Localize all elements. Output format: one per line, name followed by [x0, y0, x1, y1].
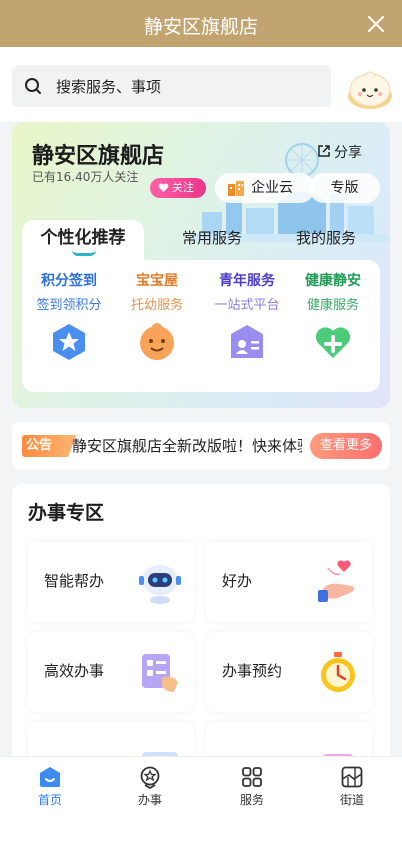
services-section: 办事专区 智能帮办 好办 高效办事 办事预约: [12, 484, 390, 774]
service-youth[interactable]: 青年服务 一站式平台: [204, 270, 290, 390]
service-baby-house[interactable]: 宝宝屋 托幼服务: [114, 270, 200, 390]
card-easy-handle[interactable]: 好办: [206, 542, 372, 622]
announcement-text: 静安区旗舰店全新改版啦！快来体验吧: [72, 437, 302, 455]
tab-label: 服务: [239, 793, 264, 807]
share-label: 分享: [334, 145, 362, 161]
store-hero: 静安区旗舰店 已有16.40万人关注 分享 关注 企业云 专版 个性化推荐 常用…: [12, 122, 390, 408]
service-subtitle: 签到领积分: [36, 298, 102, 313]
follower-count: 已有16.40万人关注: [32, 170, 139, 184]
tab-streets[interactable]: 街道: [302, 765, 402, 808]
tab-my-services[interactable]: 我的服务: [266, 220, 386, 260]
card-label: 办事预约: [222, 662, 283, 680]
follow-label: 关注: [172, 181, 194, 194]
card-label: 高效办事: [44, 662, 105, 680]
tab-affairs[interactable]: 办事: [100, 765, 200, 808]
tab-common-services[interactable]: 常用服务: [152, 220, 272, 260]
title-bar: 静安区旗舰店: [0, 0, 402, 47]
tab-label: 个性化推荐: [40, 228, 126, 248]
building-icon: [228, 181, 244, 196]
enterprise-cloud-button[interactable]: 企业云: [215, 173, 315, 203]
mascot-avatar[interactable]: [346, 66, 394, 110]
hand-heart-icon: [318, 560, 354, 602]
tab-services[interactable]: 服务: [202, 765, 302, 808]
close-icon[interactable]: [366, 14, 386, 34]
service-badge-icon: [140, 766, 160, 789]
card-label: 智能帮办: [44, 572, 105, 590]
star-badge-icon: [53, 324, 85, 360]
announcement-bar[interactable]: 公告 静安区旗舰店全新改版啦！快来体验吧 查看更多: [12, 422, 390, 470]
share-button[interactable]: 分享: [318, 142, 362, 162]
map-icon: [341, 766, 363, 788]
heart-plus-icon: [315, 327, 351, 358]
card-service-appointment[interactable]: 办事预约: [206, 632, 372, 712]
bottom-tab-bar: 首页 办事 服务 街道: [0, 756, 402, 844]
view-more-button[interactable]: 查看更多: [310, 433, 382, 459]
home-icon: [40, 767, 60, 787]
service-tabs: 个性化推荐 常用服务 我的服务: [22, 220, 380, 260]
search-placeholder: 搜索服务、事项: [56, 78, 162, 96]
page-title: 静安区旗舰店: [143, 16, 258, 38]
service-title: 宝宝屋: [136, 273, 178, 289]
follow-button[interactable]: 关注: [150, 178, 206, 198]
tab-label: 办事: [137, 793, 162, 807]
tab-home[interactable]: 首页: [0, 765, 100, 808]
service-health[interactable]: 健康静安 健康服务: [290, 270, 376, 390]
edition-button[interactable]: 专版: [309, 173, 380, 203]
search-input[interactable]: 搜索服务、事项: [12, 65, 331, 107]
enterprise-cloud-label: 企业云: [251, 180, 293, 196]
tab-recommended[interactable]: 个性化推荐: [22, 220, 144, 260]
service-subtitle: 托幼服务: [130, 298, 183, 313]
section-title: 办事专区: [28, 502, 105, 524]
tab-label: 街道: [339, 793, 364, 807]
recommended-panel: 积分签到 签到领积分 宝宝屋 托幼服务 青年服务 一站式平台 健康静安 健康服务: [22, 260, 380, 392]
baby-face-icon: [140, 323, 174, 360]
search-icon: [25, 78, 41, 94]
heart-icon: [158, 183, 169, 192]
store-name: 静安区旗舰店: [32, 144, 165, 169]
service-subtitle: 一站式平台: [214, 298, 280, 313]
service-title: 健康静安: [305, 273, 361, 289]
service-title: 青年服务: [219, 273, 275, 289]
search-row: 搜索服务、事项: [0, 47, 402, 122]
service-points-checkin[interactable]: 积分签到 签到领积分: [26, 270, 112, 390]
tab-label: 首页: [37, 793, 62, 807]
tab-active-indicator: [72, 250, 96, 256]
card-smart-assist[interactable]: 智能帮办: [28, 542, 194, 622]
share-icon: [318, 145, 330, 157]
service-title: 积分签到: [41, 273, 97, 289]
id-card-icon: [231, 325, 263, 358]
checklist-icon: [142, 654, 178, 692]
announcement-tag: 公告: [22, 435, 76, 457]
card-label: 好办: [222, 572, 253, 590]
stopwatch-icon: [321, 652, 355, 692]
service-subtitle: 健康服务: [306, 298, 359, 313]
grid-icon: [242, 767, 262, 787]
card-efficient-service[interactable]: 高效办事: [28, 632, 194, 712]
robot-icon: [139, 565, 181, 604]
